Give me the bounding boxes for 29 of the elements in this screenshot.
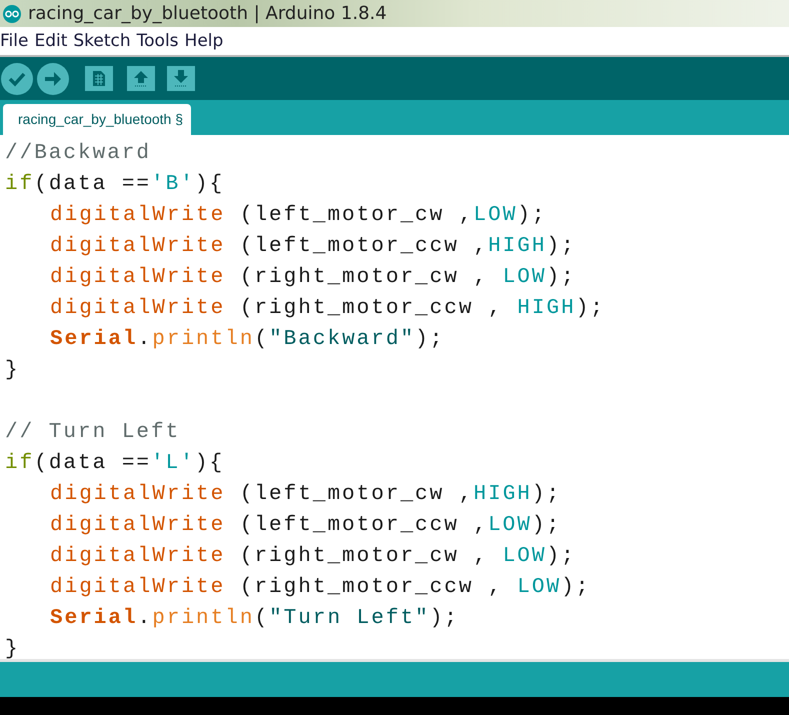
menu-item[interactable]: Edit [34,31,72,51]
code-line: Serial.println("Backward"); [49,327,444,353]
code-line: digitalWrite (left_motor_cw ,HIGH); [49,482,562,508]
app-logo-icon [2,4,22,22]
code-line: digitalWrite (right_motor_ccw , HIGH); [49,296,605,322]
menu-item[interactable]: Help [184,31,228,51]
code-line: digitalWrite (right_motor_cw , LOW); [49,544,576,570]
menu-item[interactable]: File [0,31,32,51]
verify-button[interactable] [1,62,33,94]
new-file-button[interactable] [85,66,113,91]
menu-item[interactable]: Sketch [73,31,135,51]
editor-tab[interactable]: racing_car_by_bluetooth § [3,104,192,135]
code-line: //Backward [5,141,152,167]
code-line: digitalWrite (left_motor_ccw ,HIGH); [49,234,576,260]
code-line: } [5,358,20,384]
code-line: // Turn Left [5,420,180,446]
code-line: digitalWrite (left_motor_ccw ,LOW); [49,513,562,539]
code-line: digitalWrite (right_motor_ccw , LOW); [49,575,590,601]
code-line: Serial.println("Turn Left"); [49,606,459,632]
window-title: racing_car_by_bluetooth | Arduino 1.8.4 [28,3,387,24]
code-line: if(data =='L'){ [5,451,224,477]
code-line: digitalWrite (right_motor_cw , LOW); [49,265,576,291]
upload-button[interactable] [37,62,69,94]
code-line: if(data =='B'){ [5,172,224,198]
code-line: digitalWrite (left_motor_cw ,LOW); [49,203,547,229]
menu-item[interactable]: Tools [136,31,183,51]
save-button[interactable] [167,66,195,91]
code-line: } [5,637,20,663]
open-button[interactable] [127,66,155,91]
